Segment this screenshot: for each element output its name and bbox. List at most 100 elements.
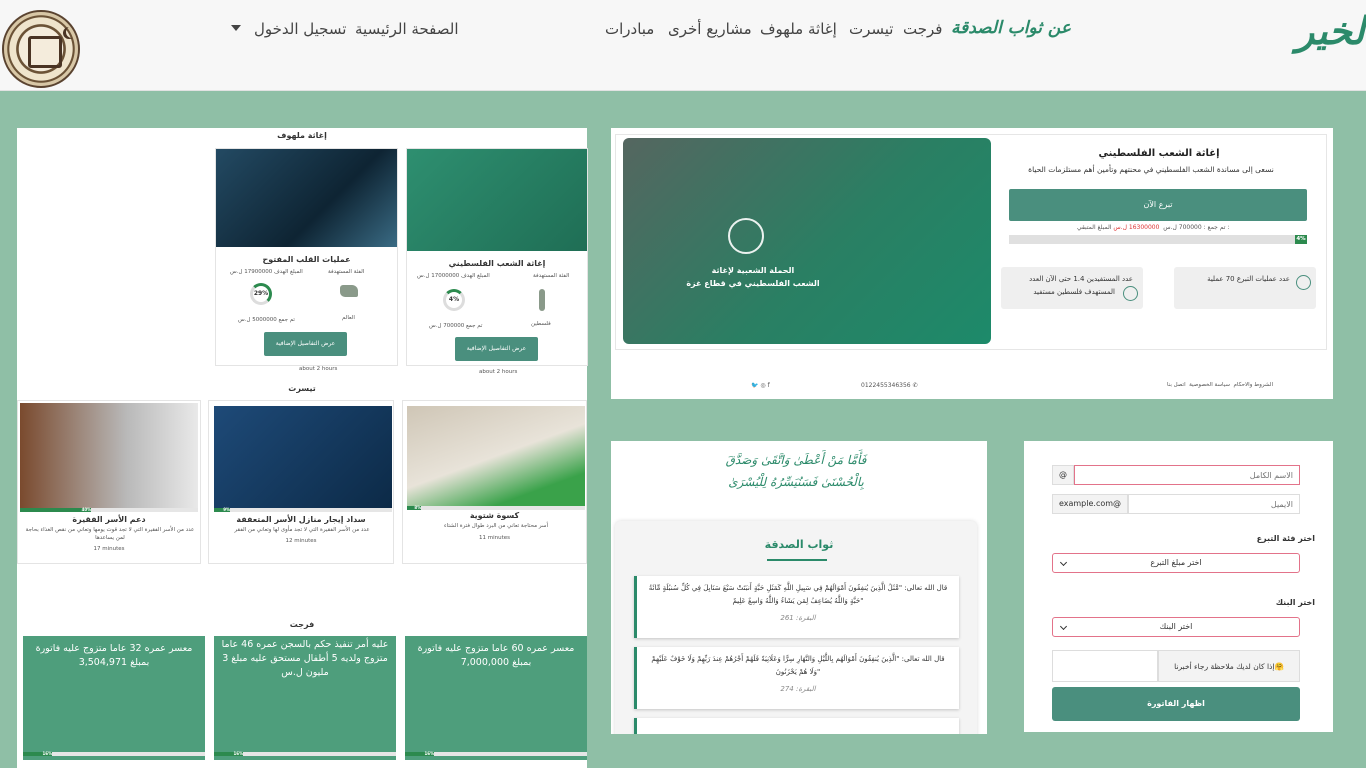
campaign-screenshot-panel: الحملة الشعبية لإغاثة الشعب الفلسطيني في … [611, 128, 1333, 399]
donate-now-button[interactable]: تبرع الآن [1009, 189, 1307, 221]
campaign-logo-icon [728, 218, 764, 254]
card-text: معسر عمره 60 عاما متزوج عليه فاتورة بمبل… [417, 643, 575, 668]
card-text: معسر عمره 32 عاما متزوج عليه فاتورة بمبل… [35, 643, 193, 668]
surgery-image [216, 149, 397, 247]
amount-line: تم جمع : 700000 ل.س 16300000 ل.س المبلغ … [1077, 224, 1229, 231]
details-button[interactable]: عرض التفاصيل الإضافية [455, 337, 538, 361]
card-text: عليه أمر تنفيذ حكم بالسجن عمره 46 عاما م… [221, 639, 389, 678]
progress-percent: 9 [223, 507, 226, 512]
stat-beneficiaries-line-2: المستهدف فلسطين مستفيد [1033, 288, 1115, 296]
donation-icon [1296, 275, 1311, 290]
card-title: إغاثة الشعب الفلسطيني [448, 259, 546, 268]
progress-fill: 16% [23, 751, 53, 756]
category-select-value: اختر مبلغ التبرع [1150, 558, 1202, 567]
farajat-card[interactable]: معسر عمره 60 عاما متزوج عليه فاتورة بمبل… [405, 636, 587, 760]
card-time: about 2 hours [479, 369, 518, 375]
farajat-card[interactable]: عليه أمر تنفيذ حكم بالسجن عمره 46 عاما م… [214, 636, 396, 760]
social-icons: 🐦 ◎ f [751, 382, 770, 389]
show-invoice-button[interactable]: اظهار الفاتورة [1052, 687, 1300, 721]
card-title: كسوة شتوية [469, 511, 520, 520]
progress-fill: 16% [405, 751, 435, 756]
terms-link[interactable]: الشروط والاحكام [1234, 382, 1273, 388]
collected-amount: تم جمع 700000 ل.س [429, 323, 483, 329]
clothes-image [407, 406, 585, 506]
privacy-link[interactable]: سياسة الخصوصية [1189, 382, 1230, 388]
progress-bar: 9% [214, 507, 392, 512]
progress-percent: 16 [42, 751, 49, 756]
progress-percent: 4 [448, 296, 454, 303]
taysarat-card[interactable]: 40% دعم الأسر الفقيرة عدد من الأسر الفقي… [17, 400, 201, 564]
progress-bar: 16% [405, 751, 587, 756]
brand-logo-text[interactable]: الخير [1296, 8, 1366, 53]
palestine-map-icon [539, 289, 545, 311]
relief-card-heart[interactable]: عمليات القلب المفتوح الفئة المستهدفة الم… [215, 148, 398, 366]
email-addon: example.com@ [1052, 494, 1128, 514]
nav-link-relief[interactable]: إغاثة ملهوف [760, 20, 837, 38]
donation-form-panel: @ example.com@ اختر فئة التبرع اختر مبلغ… [1024, 441, 1333, 732]
campaign-image [407, 149, 587, 251]
nav-link-other-projects[interactable]: مشاريع أخرى [668, 20, 752, 38]
progress-ring: 4% [443, 289, 465, 311]
chevron-down-icon[interactable] [231, 25, 241, 31]
card-title: سداد إيجار منازل الأسر المتعففة [236, 515, 366, 524]
sadaqa-title: ثواب الصدقة [764, 538, 834, 551]
bank-label: اختر البنك [1275, 598, 1315, 607]
chevron-down-icon [1059, 622, 1068, 631]
progress-ring: 29% [250, 283, 272, 305]
site-logo[interactable] [2, 10, 80, 88]
contact-link[interactable]: اتصل بنا [1167, 382, 1186, 388]
progress-bar: 16% [214, 751, 396, 756]
taysarat-section-title: تيسرت [288, 384, 316, 393]
instagram-icon[interactable]: ◎ [760, 382, 765, 389]
nav-link-initiatives[interactable]: مبادرات [605, 20, 654, 38]
quote-text: قال الله تعالى: "مَّثَلُ الَّذِينَ يُنفِ… [648, 584, 948, 605]
nav-link-farajat[interactable]: فرجت [903, 20, 942, 38]
category-label: اختر فئة التبرع [1256, 534, 1315, 543]
category-select[interactable]: اختر مبلغ التبرع [1052, 553, 1300, 573]
login-link[interactable]: تسجيل الدخول [254, 20, 346, 38]
taysarat-card[interactable]: 8% كسوة شتوية أسر محتاجة تعاني من البرد … [402, 400, 587, 564]
farajat-card[interactable]: معسر عمره 32 عاما متزوج عليه فاتورة بمبل… [23, 636, 205, 760]
campaign-banner-image: الحملة الشعبية لإغاثة الشعب الفلسطيني في … [623, 138, 991, 344]
nav-link-sadaqa-reward[interactable]: عن ثواب الصدقة [951, 18, 1071, 38]
progress-fill: 8% [407, 505, 422, 510]
bank-select[interactable]: اختر البنك [1052, 617, 1300, 637]
bank-select-value: اختر البنك [1159, 622, 1193, 631]
card-desc: عدد من الأسر الفقيرة التي لا تجد قوت يوم… [25, 527, 195, 541]
facebook-icon[interactable]: f [768, 382, 770, 389]
relief-card-palestine[interactable]: إغاثة الشعب الفلسطيني الفئة المستهدفة ال… [406, 148, 588, 366]
stat-operations-text: عدد عمليات التبرع 70 عملية [1207, 275, 1290, 283]
collected-amount: تم جمع 5000000 ل.س [238, 317, 295, 323]
note-textarea[interactable] [1052, 650, 1158, 682]
card-time: 11 minutes [478, 535, 510, 541]
taysarat-card[interactable]: 9% سداد إيجار منازل الأسر المتعففة عدد م… [208, 400, 394, 564]
phone-icon: ✆ [912, 382, 918, 389]
food-image [20, 403, 198, 508]
card-title: دعم الأسر الفقيرة [72, 515, 146, 524]
chevron-down-icon [1059, 558, 1068, 567]
target-amount: المبلغ الهدف 17900000 ل.س [230, 269, 303, 275]
stat-operations: عدد عمليات التبرع 70 عملية [1174, 267, 1316, 309]
category-label: الفئة المستهدفة [533, 273, 570, 279]
banner-line-2: الشعب الفلسطيني في قطاع غزة [686, 279, 820, 288]
farajat-section-title: فرجت [289, 620, 315, 629]
quote-card: قال الله تعالى: "الَّذِينَ يُنفِقُونَ أَ… [634, 647, 959, 709]
email-input[interactable] [1128, 494, 1300, 514]
quote-card: قال الله تعالى: "مَّثَلُ الَّذِينَ يُنفِ… [634, 576, 959, 638]
progress-percent: 4 [1296, 236, 1301, 242]
category-label: الفئة المستهدفة [328, 269, 365, 275]
house-key-image [214, 406, 392, 508]
twitter-icon[interactable]: 🐦 [751, 382, 758, 389]
progress-bar: 40% [20, 507, 198, 512]
progress-percent: 40 [81, 507, 88, 512]
progress-bar: 8% [407, 505, 585, 510]
stat-beneficiaries-line-1: عدد المستفيدين 1.4 حتى الآن العدد [1029, 275, 1133, 283]
details-button[interactable]: عرض التفاصيل الإضافية [264, 332, 347, 356]
card-time: 17 minutes [93, 546, 125, 552]
nav-link-taysarat[interactable]: تيسرت [849, 20, 893, 38]
full-name-input[interactable] [1074, 465, 1300, 485]
collected-amount: تم جمع : 700000 ل.س [1163, 224, 1226, 231]
campaign-title: إغاثة الشعب الفلسطيني [1098, 148, 1220, 159]
card-desc: أسر محتاجة تعاني من البرد طوال فترة الشت… [443, 523, 549, 529]
home-link[interactable]: الصفحة الرئيسية [355, 20, 459, 38]
